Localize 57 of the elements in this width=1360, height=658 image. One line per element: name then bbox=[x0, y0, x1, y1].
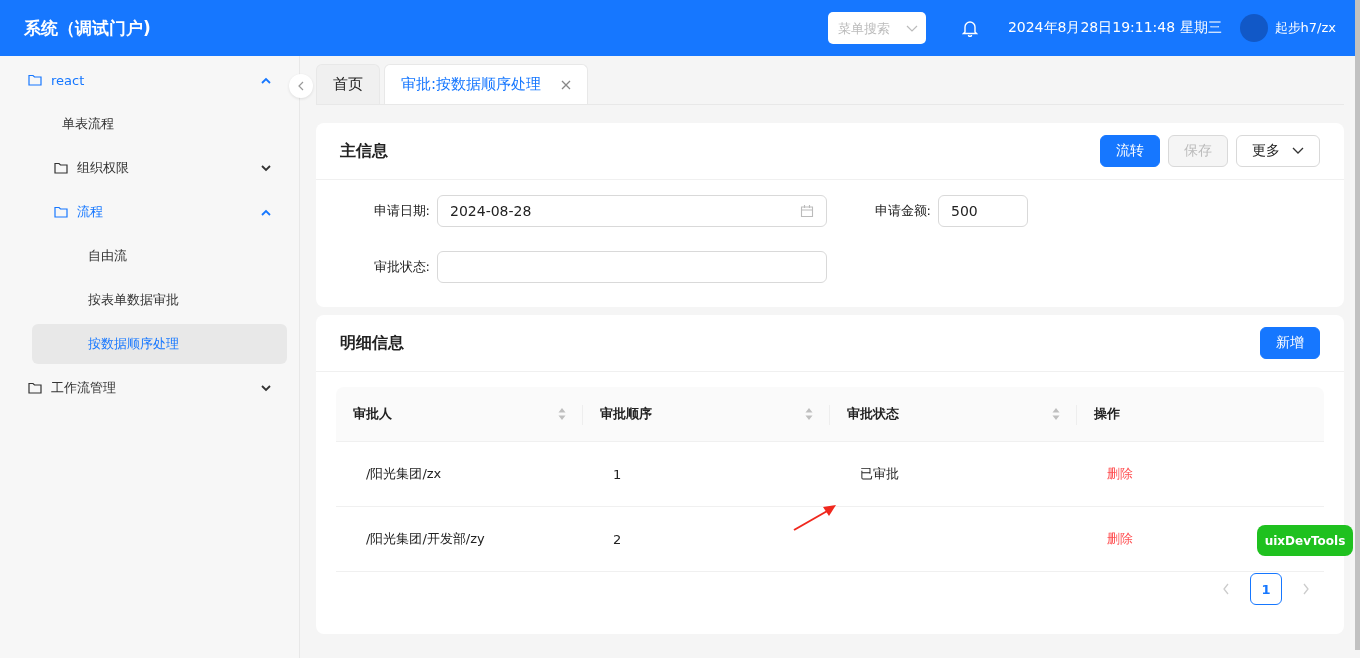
sidebar-item[interactable]: 按表单数据审批 bbox=[0, 280, 287, 320]
datetime-text: 2024年8月28日19:11:48 星期三 bbox=[1007, 19, 1222, 37]
table-cell: 1 bbox=[613, 466, 622, 482]
action-button[interactable]: 流转 bbox=[1100, 135, 1160, 167]
sidebar-item[interactable]: 工作流管理 bbox=[0, 368, 287, 408]
menu-search-select[interactable]: 菜单搜索 bbox=[827, 12, 926, 44]
page-tab[interactable]: 首页 bbox=[316, 64, 380, 104]
field-label: 申请金额: bbox=[873, 202, 932, 220]
page-number-button[interactable]: 1 bbox=[1250, 573, 1282, 605]
folder-icon bbox=[54, 162, 68, 174]
chevron-up-icon bbox=[261, 76, 271, 84]
chevron-down-icon bbox=[261, 164, 271, 172]
column-header[interactable]: 审批人 bbox=[336, 387, 583, 441]
column-header[interactable]: 审批状态 bbox=[830, 387, 1077, 441]
chevron-down-icon bbox=[1292, 147, 1304, 155]
action-button[interactable]: 更多 bbox=[1236, 135, 1320, 167]
table-cell: /阳光集团/zx bbox=[366, 465, 442, 483]
sort-icon[interactable] bbox=[805, 407, 813, 421]
sidebar-item[interactable]: 按数据顺序处理 bbox=[32, 324, 287, 364]
sidebar-item[interactable]: react bbox=[0, 60, 287, 100]
input-field[interactable]: 500 bbox=[938, 195, 1028, 227]
section-title: 主信息 bbox=[340, 140, 388, 162]
calendar-icon bbox=[800, 204, 814, 218]
sidebar-item[interactable]: 单表流程 bbox=[0, 104, 287, 144]
column-header[interactable]: 审批顺序 bbox=[583, 387, 830, 441]
bell-icon[interactable] bbox=[961, 19, 978, 37]
previous-page-icon[interactable] bbox=[1222, 583, 1230, 595]
folder-icon bbox=[28, 382, 42, 394]
field-label: 审批状态: bbox=[372, 258, 431, 276]
next-page-icon[interactable] bbox=[1302, 583, 1310, 595]
user-name[interactable]: 起步h7/zx bbox=[1274, 19, 1336, 37]
column-header[interactable]: 操作 bbox=[1077, 387, 1324, 441]
input-field[interactable]: 2024-08-28 bbox=[437, 195, 827, 227]
sort-icon[interactable] bbox=[558, 407, 566, 421]
chevron-up-icon bbox=[261, 208, 271, 216]
sidebar-item[interactable]: 自由流 bbox=[0, 236, 287, 276]
add-button[interactable]: 新增 bbox=[1260, 327, 1320, 359]
table-cell: 2 bbox=[613, 531, 622, 547]
scrollbar[interactable] bbox=[1355, 0, 1360, 650]
sidebar-item[interactable]: 流程 bbox=[0, 192, 287, 232]
table-cell: /阳光集团/开发部/zy bbox=[366, 530, 485, 548]
app-title: 系统（调试门户) bbox=[24, 16, 151, 40]
close-icon[interactable] bbox=[561, 79, 572, 90]
collapse-sidebar-button[interactable] bbox=[289, 74, 313, 98]
chevron-left-icon bbox=[297, 81, 305, 91]
section-title: 明细信息 bbox=[340, 332, 404, 354]
avatar-circle[interactable] bbox=[1239, 14, 1268, 42]
page-tab[interactable]: 审批:按数据顺序处理 bbox=[384, 64, 589, 104]
chevron-down-icon bbox=[261, 384, 271, 392]
input-field[interactable] bbox=[437, 251, 827, 283]
folder-icon bbox=[54, 206, 68, 218]
annotation-arrow bbox=[793, 503, 837, 531]
sort-icon[interactable] bbox=[1052, 407, 1060, 421]
field-label: 申请日期: bbox=[372, 202, 431, 220]
table-cell: 已审批 bbox=[860, 465, 899, 483]
folder-icon bbox=[28, 74, 42, 86]
sidebar-item[interactable]: 组织权限 bbox=[0, 148, 287, 188]
